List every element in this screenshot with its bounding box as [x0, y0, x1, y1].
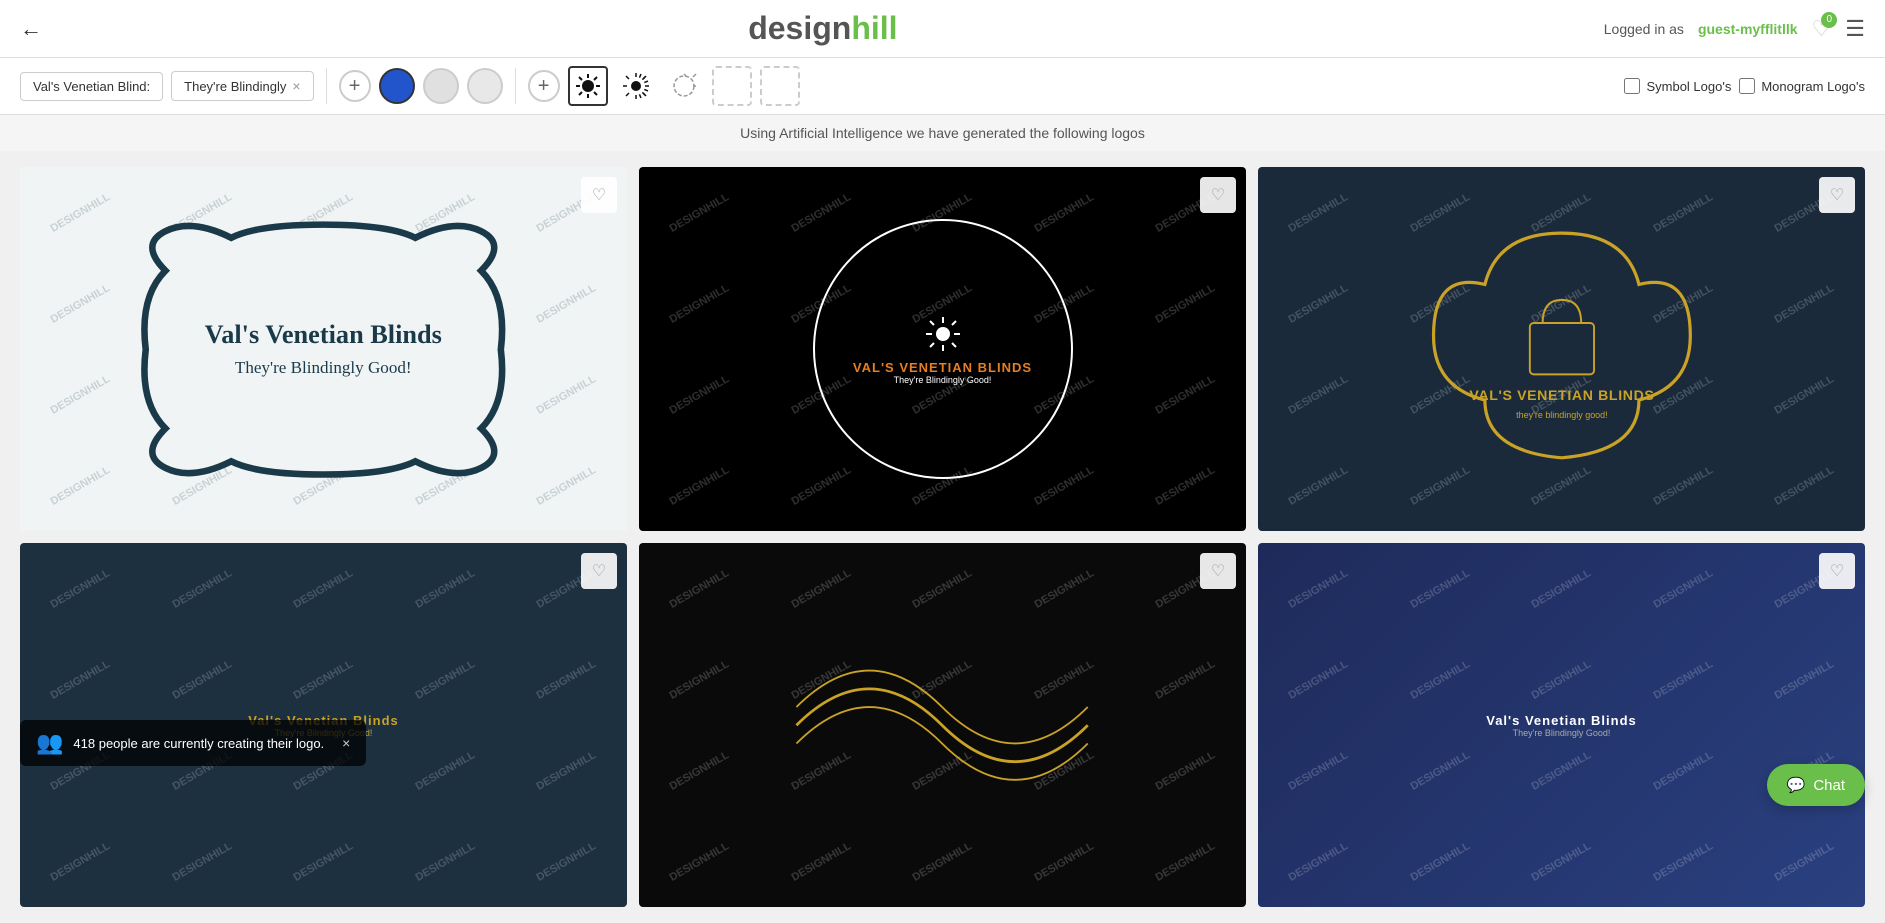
color-swatch-white1[interactable]: [423, 68, 459, 104]
lock-body: [1529, 323, 1593, 374]
chat-button[interactable]: 💬 Chat: [1767, 764, 1865, 806]
starburst-pattern-icon: [622, 72, 650, 100]
logo: designhill: [748, 10, 897, 47]
back-button[interactable]: ←: [20, 16, 42, 42]
line3: [797, 671, 1088, 744]
logo-card-5-content: [639, 543, 1246, 907]
chat-label: Chat: [1813, 777, 1845, 794]
logo-card-2-bg: DESIGNHILL DESIGNHILL DESIGNHILL DESIGNH…: [639, 167, 1246, 531]
logo-card-6-inner: DESIGNHILL DESIGNHILL DESIGNHILL DESIGNH…: [1258, 543, 1865, 907]
card6-text: Val's Venetian Blinds They're Blindingly…: [1486, 713, 1637, 738]
card3-title: VAL'S VENETIAN BLINDS: [1469, 387, 1654, 403]
logo-card-6-bg: DESIGNHILL DESIGNHILL DESIGNHILL DESIGNH…: [1258, 543, 1865, 907]
card2-title: VAL'S VENETIAN BLINDS: [853, 360, 1032, 375]
clover-path: [1433, 234, 1690, 459]
clover-frame-svg: VAL'S VENETIAN BLINDS they're blindingly…: [1395, 203, 1729, 494]
subtitle-text: Using Artificial Intelligence we have ge…: [740, 125, 1145, 141]
logo-card-5[interactable]: DESIGNHILL DESIGNHILL DESIGNHILL DESIGNH…: [639, 543, 1246, 907]
sun-pattern-icon: [574, 72, 602, 100]
logo-card-3-inner: DESIGNHILL DESIGNHILL DESIGNHILL DESIGNH…: [1258, 167, 1865, 531]
header: ← designhill Logged in as guest-myfflitl…: [0, 0, 1885, 58]
logo-card-6-content: Val's Venetian Blinds They're Blindingly…: [1258, 543, 1865, 907]
fav-button-2[interactable]: ♡: [1200, 177, 1236, 213]
pattern-empty2[interactable]: [760, 66, 800, 106]
logo-card-2-inner: DESIGNHILL DESIGNHILL DESIGNHILL DESIGNH…: [639, 167, 1246, 531]
menu-button[interactable]: ☰: [1845, 16, 1865, 42]
header-right: Logged in as guest-myfflitllk ♡ 0 ☰: [1604, 16, 1865, 42]
card6-title: Val's Venetian Blinds: [1486, 713, 1637, 728]
card3-sub: they're blindingly good!: [1516, 410, 1607, 420]
tag-blindingly[interactable]: They're Blindingly ×: [171, 71, 313, 101]
abstract-lines-svg: [760, 616, 1124, 835]
pattern-circle-cross[interactable]: [664, 66, 704, 106]
tag-val-label: Val's Venetian Blind:: [33, 79, 150, 94]
logo-design: design: [748, 10, 851, 46]
circle-frame-2: VAL'S VENETIAN BLINDS They're Blindingly…: [813, 219, 1073, 479]
notification-bar: 👥 418 people are currently creating thei…: [20, 720, 366, 766]
logo-card-1-bg: DESIGNHILL DESIGNHILL DESIGNHILL DESIGNH…: [20, 167, 627, 531]
logo-card-2[interactable]: DESIGNHILL DESIGNHILL DESIGNHILL DESIGNH…: [639, 167, 1246, 531]
toolbar: Val's Venetian Blind: They're Blindingly…: [0, 58, 1885, 115]
lock-shackle: [1542, 300, 1581, 323]
logo-card-2-content: VAL'S VENETIAN BLINDS They're Blindingly…: [639, 167, 1246, 531]
fav-button-6[interactable]: ♡: [1819, 553, 1855, 589]
card6-sub: They're Blindingly Good!: [1486, 728, 1637, 738]
add-tag-button[interactable]: +: [339, 70, 371, 102]
fav-button-1[interactable]: ♡: [581, 177, 617, 213]
logo-card-1-inner: DESIGNHILL DESIGNHILL DESIGNHILL DESIGNH…: [20, 167, 627, 531]
ornate-frame-svg: Val's Venetian Blinds They're Blindingly…: [126, 213, 521, 486]
symbol-logos-checkbox-label[interactable]: Symbol Logo's: [1624, 78, 1731, 94]
logo-card-6[interactable]: DESIGNHILL DESIGNHILL DESIGNHILL DESIGNH…: [1258, 543, 1865, 907]
logo-hill: hill: [851, 10, 897, 46]
monogram-logos-label: Monogram Logo's: [1761, 79, 1865, 94]
pattern-starburst[interactable]: [616, 66, 656, 106]
card2-sub: They're Blindingly Good!: [894, 375, 992, 385]
circle-cross-pattern-icon: [670, 72, 698, 100]
card1-title: Val's Venetian Blinds: [205, 320, 442, 349]
monogram-logos-checkbox[interactable]: [1739, 78, 1755, 94]
monogram-logos-checkbox-label[interactable]: Monogram Logo's: [1739, 78, 1865, 94]
line2: [797, 707, 1088, 780]
logo-grid: DESIGNHILL DESIGNHILL DESIGNHILL DESIGNH…: [0, 151, 1885, 923]
sun-icon-2: [923, 314, 963, 354]
tag-val[interactable]: Val's Venetian Blind:: [20, 72, 163, 101]
fav-button-4[interactable]: ♡: [581, 553, 617, 589]
ornate-path: [145, 224, 503, 474]
fav-button-3[interactable]: ♡: [1819, 177, 1855, 213]
chat-icon: 💬: [1787, 776, 1806, 794]
favorites-button[interactable]: ♡ 0: [1812, 16, 1832, 42]
logo-card-3-bg: DESIGNHILL DESIGNHILL DESIGNHILL DESIGNH…: [1258, 167, 1865, 531]
favorites-count: 0: [1821, 12, 1837, 28]
logo-card-1[interactable]: DESIGNHILL DESIGNHILL DESIGNHILL DESIGNH…: [20, 167, 627, 531]
pattern-sun[interactable]: [568, 66, 608, 106]
fav-button-5[interactable]: ♡: [1200, 553, 1236, 589]
header-left: ←: [20, 16, 42, 42]
logo-card-5-bg: DESIGNHILL DESIGNHILL DESIGNHILL DESIGNH…: [639, 543, 1246, 907]
line1: [797, 689, 1088, 762]
logo-card-3[interactable]: DESIGNHILL DESIGNHILL DESIGNHILL DESIGNH…: [1258, 167, 1865, 531]
pattern-empty1[interactable]: [712, 66, 752, 106]
symbol-logos-checkbox[interactable]: [1624, 78, 1640, 94]
divider-1: [326, 68, 327, 104]
subtitle-bar: Using Artificial Intelligence we have ge…: [0, 115, 1885, 151]
symbol-logos-label: Symbol Logo's: [1646, 79, 1731, 94]
notif-close[interactable]: ×: [342, 735, 350, 751]
notif-text: 418 people are currently creating their …: [73, 736, 324, 751]
username: guest-myfflitllk: [1698, 21, 1798, 37]
card1-sub: They're Blindingly Good!: [235, 358, 412, 377]
tag-blindingly-label: They're Blindingly: [184, 79, 286, 94]
tag-blindingly-remove[interactable]: ×: [292, 78, 300, 94]
notif-icon: 👥: [36, 730, 63, 756]
logged-in-text: Logged in as: [1604, 21, 1684, 37]
logo-card-3-content: VAL'S VENETIAN BLINDS they're blindingly…: [1258, 167, 1865, 531]
color-swatch-blue[interactable]: [379, 68, 415, 104]
logo-card-5-inner: DESIGNHILL DESIGNHILL DESIGNHILL DESIGNH…: [639, 543, 1246, 907]
color-swatch-white2[interactable]: [467, 68, 503, 104]
add-pattern-button[interactable]: +: [528, 70, 560, 102]
divider-2: [515, 68, 516, 104]
logo-card-1-content: Val's Venetian Blinds They're Blindingly…: [20, 167, 627, 531]
